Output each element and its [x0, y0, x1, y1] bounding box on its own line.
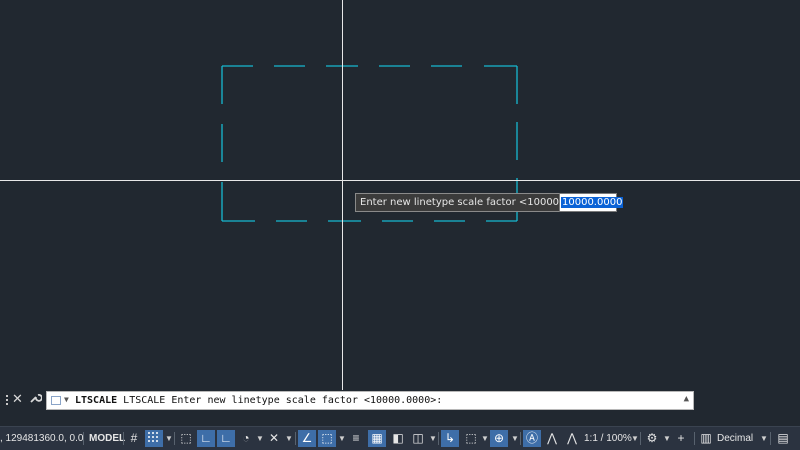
command-line[interactable]: ▼ LTSCALE LTSCALE Enter new linetype sca…: [46, 391, 694, 410]
separator: [640, 432, 641, 445]
chevron-down-icon[interactable]: ▼: [760, 431, 768, 446]
chevron-up-icon[interactable]: ▲: [684, 394, 689, 404]
infer-constraints-icon[interactable]: ⬚: [177, 430, 195, 447]
object-snap-tracking-icon[interactable]: ∠: [298, 430, 316, 447]
separator: [438, 432, 439, 445]
grid-icon[interactable]: #: [125, 430, 143, 447]
crosshair-vertical: [342, 0, 343, 390]
chevron-down-icon[interactable]: ▼: [429, 431, 437, 446]
3d-osnap-icon[interactable]: ◫: [409, 430, 427, 447]
transparency-icon[interactable]: ▦: [368, 430, 386, 447]
chevron-down-icon[interactable]: ▼: [511, 431, 519, 446]
chevron-down-icon[interactable]: ▼: [256, 431, 264, 446]
separator: [83, 432, 84, 445]
chevron-down-icon[interactable]: ▼: [663, 431, 671, 446]
separator: [694, 432, 695, 445]
status-bar: , 129481360.0, 0.0 MODEL # ▼ ⬚ ∟ ∟ ◔ ▼ ✕…: [0, 426, 800, 450]
chevron-down-icon[interactable]: ▼: [64, 395, 69, 404]
gizmo-icon[interactable]: ⊕: [490, 430, 508, 447]
command-prompt: LTSCALE Enter new linetype scale factor …: [117, 395, 443, 406]
dynamic-ucs-icon[interactable]: ↳: [441, 430, 459, 447]
annotation-scale-icon[interactable]: ⋀: [563, 430, 581, 447]
command-name: LTSCALE: [75, 395, 118, 406]
chevron-down-icon[interactable]: ▼: [338, 431, 346, 446]
command-line-grip[interactable]: [4, 393, 10, 407]
selection-cycling-icon[interactable]: ◧: [389, 430, 407, 447]
snap-icon[interactable]: [145, 430, 163, 447]
model-space-button[interactable]: MODEL: [86, 430, 128, 447]
lineweight-icon[interactable]: ≡: [347, 430, 365, 447]
gear-icon[interactable]: ⚙: [643, 430, 661, 447]
units-icon[interactable]: ▥: [697, 430, 715, 447]
chevron-down-icon[interactable]: ▼: [165, 431, 173, 446]
dynamic-input-value[interactable]: 10000.0000: [561, 197, 624, 208]
drawing-canvas[interactable]: [0, 0, 800, 450]
dynamic-input-field[interactable]: 10000.0000: [559, 193, 624, 212]
coordinates-display: , 129481360.0, 0.0: [0, 433, 84, 444]
command-line-text: LTSCALE LTSCALE Enter new linetype scale…: [75, 395, 442, 406]
selection-filter-icon[interactable]: ⬚: [462, 430, 480, 447]
ortho-icon[interactable]: ∟: [217, 430, 235, 447]
separator: [520, 432, 521, 445]
close-icon[interactable]: ✕: [12, 391, 23, 407]
quick-properties-icon[interactable]: ▤: [774, 430, 792, 447]
wrench-icon[interactable]: [29, 391, 43, 407]
separator: [174, 432, 175, 445]
isodraft-icon[interactable]: ✕: [265, 430, 283, 447]
chevron-down-icon[interactable]: ▼: [631, 431, 639, 446]
plus-icon[interactable]: +: [672, 430, 690, 447]
separator: [770, 432, 771, 445]
object-snap-icon[interactable]: ⬚: [318, 430, 336, 447]
separator: [295, 432, 296, 445]
auto-scale-icon[interactable]: ⋀: [543, 430, 561, 447]
chevron-down-icon[interactable]: ▼: [285, 431, 293, 446]
command-history-icon[interactable]: [51, 396, 61, 405]
annotation-scale-value[interactable]: 1:1 / 100%: [584, 430, 632, 447]
separator: [123, 432, 124, 445]
polar-icon[interactable]: ◔: [237, 430, 255, 447]
annotation-visibility-icon[interactable]: Ⓐ: [523, 430, 541, 447]
crosshair-horizontal: [0, 180, 800, 181]
dynamic-input-icon[interactable]: ∟: [197, 430, 215, 447]
chevron-down-icon[interactable]: ▼: [481, 431, 489, 446]
units-value[interactable]: Decimal: [717, 430, 753, 447]
